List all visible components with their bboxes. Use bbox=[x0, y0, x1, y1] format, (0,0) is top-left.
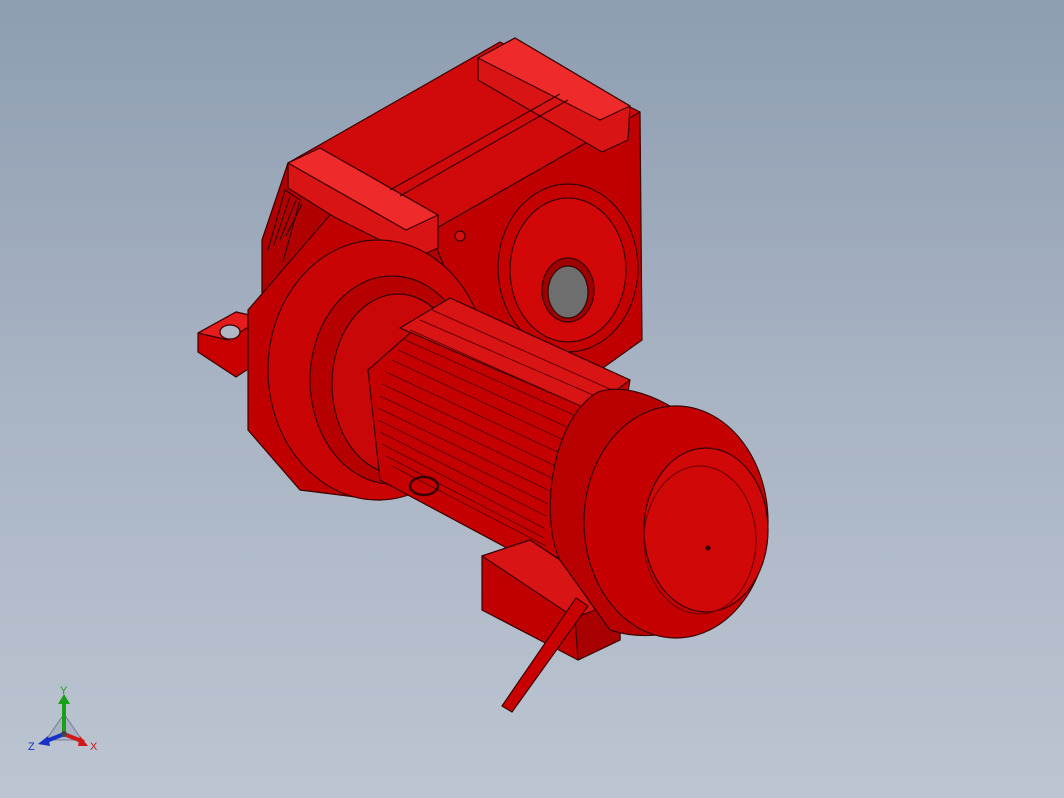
gearmotor-model[interactable] bbox=[0, 0, 1064, 798]
x-axis-label: X bbox=[90, 741, 98, 753]
fan-cover-center-mark bbox=[705, 545, 711, 551]
x-axis-arrow[interactable]: X bbox=[63, 732, 98, 753]
z-axis-label: Z bbox=[28, 741, 35, 753]
output-shaft-boss[interactable] bbox=[497, 183, 639, 353]
graphics-viewport[interactable]: Y X Z bbox=[0, 0, 1064, 798]
y-axis-label: Y bbox=[60, 685, 68, 697]
shaft-bore bbox=[547, 265, 589, 319]
z-axis-arrow[interactable]: Z bbox=[28, 732, 65, 753]
view-orientation-triad[interactable]: Y X Z bbox=[26, 684, 106, 754]
triad-origin bbox=[61, 731, 67, 737]
